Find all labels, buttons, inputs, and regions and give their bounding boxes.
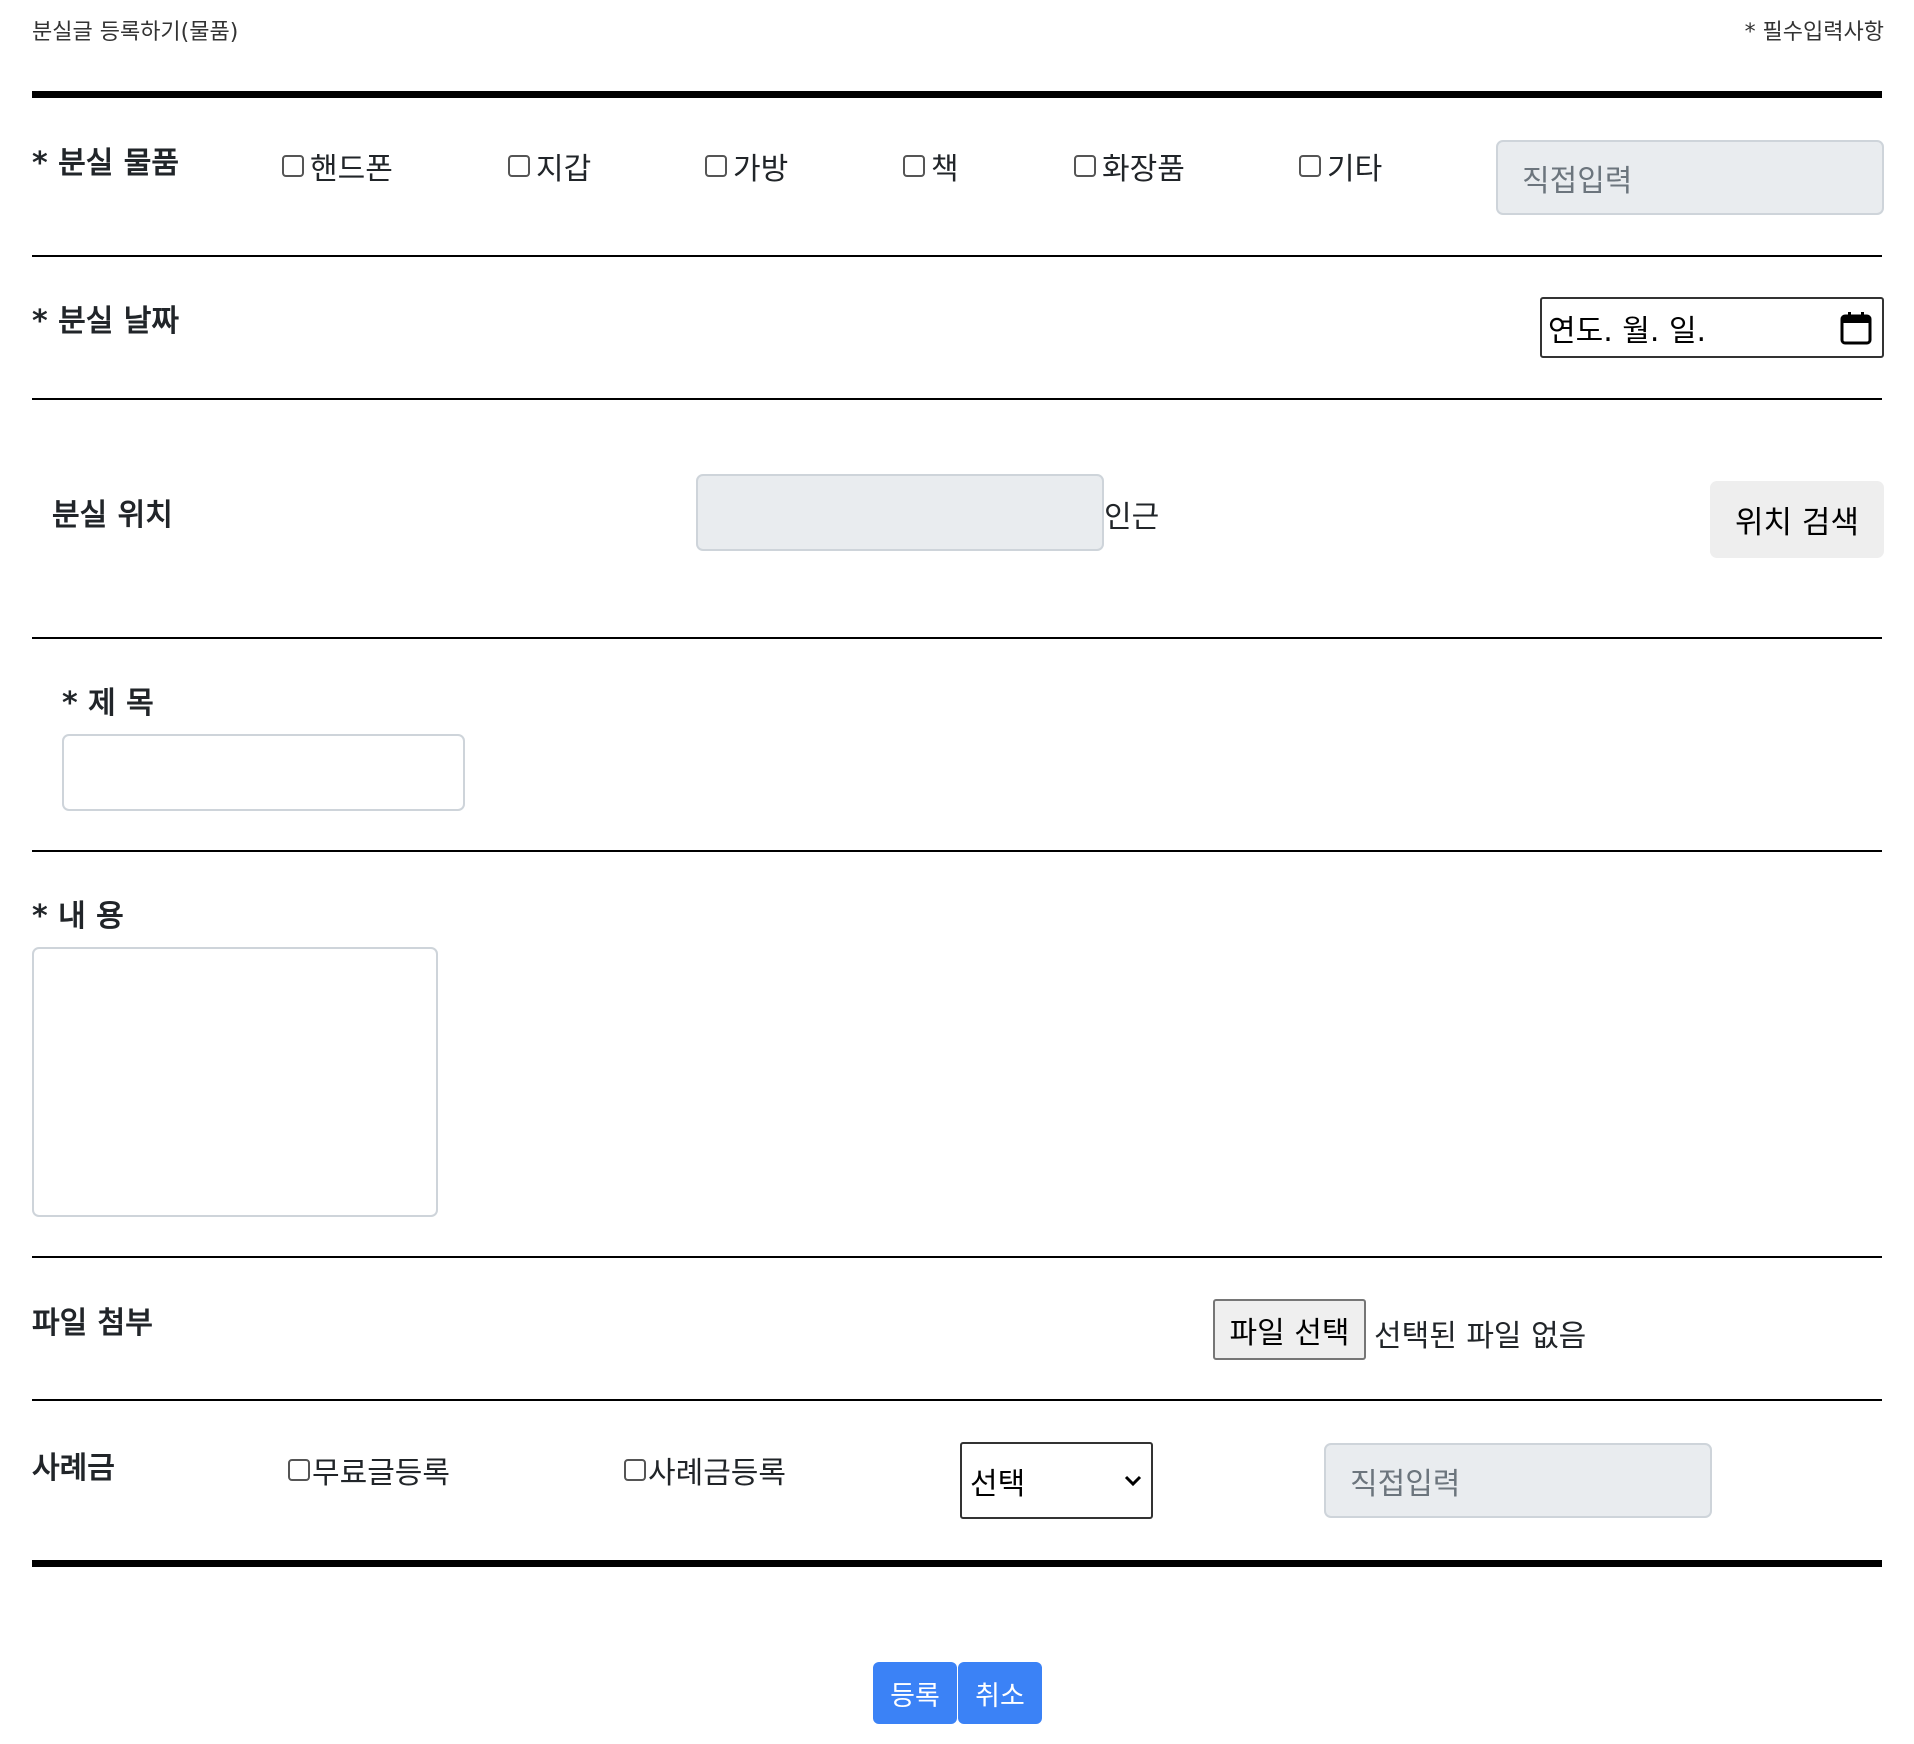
reward-post-option[interactable]: 사례금등록 — [624, 1448, 786, 1492]
lost-item-direct-placeholder: 직접입력 — [1522, 163, 1633, 199]
option-other[interactable]: 기타 — [1299, 144, 1382, 188]
reward-select[interactable]: 선택 — [960, 1442, 1153, 1519]
divider — [32, 1399, 1882, 1401]
free-post-checkbox[interactable] — [288, 1459, 310, 1481]
file-choose-button[interactable]: 파일 선택 — [1213, 1299, 1366, 1360]
lost-location-label: 분실 위치 — [52, 498, 173, 533]
cancel-button[interactable]: 취소 — [958, 1662, 1042, 1724]
bag-label: 가방 — [733, 152, 789, 187]
content-textarea[interactable] — [32, 947, 438, 1217]
page-title: 분실글 등록하기(물품) — [32, 20, 239, 45]
reward-post-label: 사례금등록 — [648, 1456, 786, 1491]
bottom-divider — [32, 1560, 1882, 1567]
lost-item-direct-input[interactable]: 직접입력 — [1496, 140, 1884, 215]
divider — [32, 637, 1882, 639]
top-divider — [32, 91, 1882, 98]
date-input[interactable]: 연도. 월. 일. — [1540, 297, 1884, 358]
option-wallet[interactable]: 지갑 — [508, 144, 591, 188]
required-note: * 필수입력사항 — [1744, 20, 1884, 45]
divider — [32, 255, 1882, 257]
option-book[interactable]: 책 — [903, 144, 959, 188]
wallet-label: 지갑 — [536, 152, 592, 187]
reward-direct-input[interactable]: 직접입력 — [1324, 1443, 1712, 1518]
title-label: * 제 목 — [62, 686, 154, 721]
attachment-label: 파일 첨부 — [32, 1306, 153, 1341]
date-placeholder: 연도. 월. 일. — [1548, 313, 1707, 349]
cosmetics-label: 화장품 — [1102, 152, 1185, 187]
lost-date-label: * 분실 날짜 — [32, 304, 179, 339]
option-bag[interactable]: 가방 — [705, 144, 788, 188]
divider — [32, 1256, 1882, 1258]
title-input[interactable] — [62, 734, 465, 811]
book-checkbox[interactable] — [903, 155, 925, 177]
book-label: 책 — [931, 152, 959, 187]
location-input[interactable] — [696, 474, 1104, 551]
free-post-option[interactable]: 무료글등록 — [288, 1448, 450, 1492]
content-label: * 내 용 — [32, 899, 124, 934]
submit-button[interactable]: 등록 — [873, 1662, 957, 1724]
free-post-label: 무료글등록 — [312, 1456, 450, 1491]
phone-checkbox[interactable] — [282, 155, 304, 177]
reward-select-value: 선택 — [970, 1466, 1026, 1502]
other-checkbox[interactable] — [1299, 155, 1321, 177]
lost-item-label: * 분실 물품 — [32, 146, 179, 181]
file-status: 선택된 파일 없음 — [1374, 1319, 1587, 1354]
cosmetics-checkbox[interactable] — [1074, 155, 1096, 177]
reward-post-checkbox[interactable] — [624, 1459, 646, 1481]
nearby-label: 인근 — [1104, 500, 1160, 535]
wallet-checkbox[interactable] — [508, 155, 530, 177]
reward-label: 사례금 — [32, 1451, 115, 1486]
divider — [32, 398, 1882, 400]
other-label: 기타 — [1327, 152, 1383, 187]
calendar-icon[interactable] — [1840, 311, 1872, 345]
reward-direct-placeholder: 직접입력 — [1350, 1466, 1461, 1502]
divider — [32, 850, 1882, 852]
bag-checkbox[interactable] — [705, 155, 727, 177]
option-phone[interactable]: 핸드폰 — [282, 144, 393, 188]
chevron-down-icon — [1124, 1475, 1142, 1487]
option-cosmetics[interactable]: 화장품 — [1074, 144, 1185, 188]
phone-label: 핸드폰 — [310, 152, 393, 187]
location-search-button[interactable]: 위치 검색 — [1710, 481, 1884, 558]
